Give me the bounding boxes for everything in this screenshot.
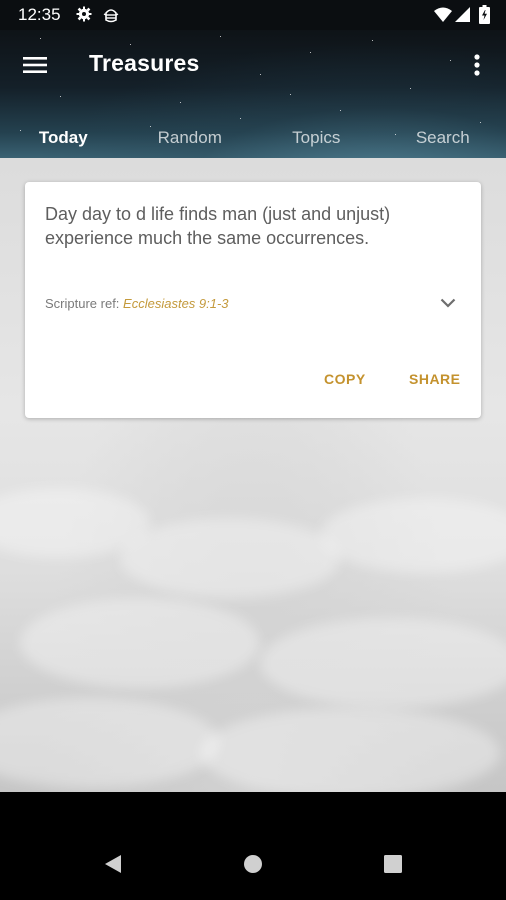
settings-icon [76,6,92,27]
copy-button[interactable]: COPY [324,371,366,387]
tab-topics[interactable]: Topics [253,116,380,158]
wifi-icon [434,7,452,27]
app-title: Treasures [89,50,200,76]
navigation-bar [0,792,506,900]
verse-card: Day day to d life finds man (just and un… [25,182,481,418]
scripture-ref-label: Scripture ref: [45,296,120,311]
home-icon[interactable] [235,852,271,876]
share-button[interactable]: SHARE [409,371,461,387]
content-area: Day day to d life finds man (just and un… [0,158,506,798]
scripture-ref-link[interactable]: Ecclesiastes 9:1-3 [123,296,229,311]
tab-random[interactable]: Random [127,116,254,158]
status-bar: 12:35 [0,0,506,30]
chevron-down-icon[interactable] [435,292,461,314]
tab-today[interactable]: Today [0,116,127,158]
android-debug-icon [102,6,120,29]
status-time: 12:35 [18,5,61,24]
back-icon[interactable] [95,852,131,876]
battery-icon [479,5,490,29]
verse-text: Day day to d life finds man (just and un… [45,204,391,248]
recents-icon[interactable] [375,852,411,876]
tab-bar: Today Random Topics Search [0,116,506,158]
more-vert-icon[interactable] [462,48,492,82]
signal-icon [455,7,470,27]
app-bar: Treasures Today Random Topics Search [0,30,506,158]
screen: 12:35 Treasures Today Random Topics Sear… [0,0,506,900]
hamburger-menu-icon[interactable] [18,50,52,80]
tab-search[interactable]: Search [380,116,506,158]
scripture-ref: Scripture ref: Ecclesiastes 9:1-3 [45,296,229,311]
